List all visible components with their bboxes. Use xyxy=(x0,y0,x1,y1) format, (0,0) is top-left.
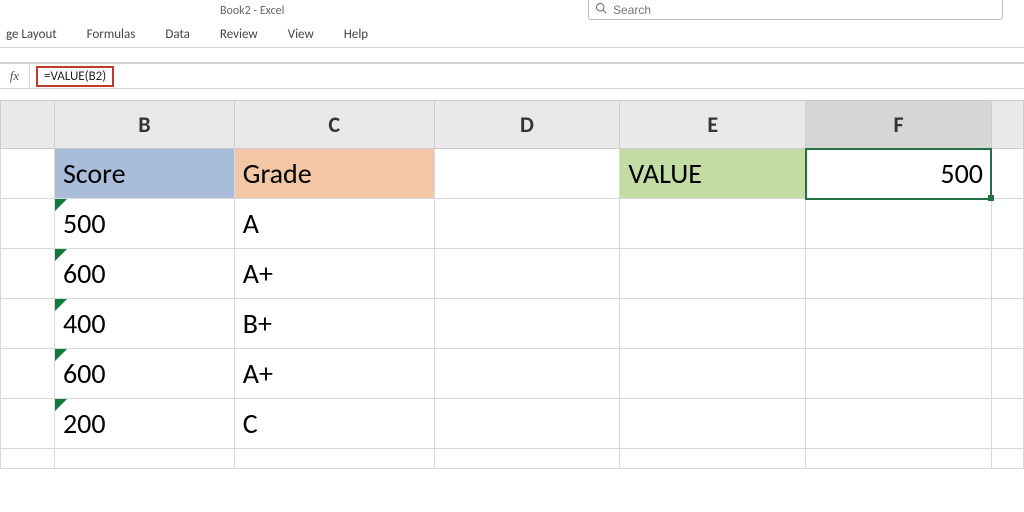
cell-D1[interactable] xyxy=(434,149,620,199)
tab-data[interactable]: Data xyxy=(165,27,190,42)
row-head-6[interactable] xyxy=(1,399,55,449)
cell-F7[interactable] xyxy=(806,449,992,469)
col-head-stub[interactable] xyxy=(1,101,55,149)
cell-C6[interactable]: C xyxy=(234,399,434,449)
cell-G5[interactable] xyxy=(991,349,1023,399)
cell-C1[interactable]: Grade xyxy=(234,149,434,199)
col-head-E[interactable]: E xyxy=(620,101,806,149)
cell-D7[interactable] xyxy=(434,449,620,469)
cell-G7[interactable] xyxy=(991,449,1023,469)
cell-F1[interactable]: 500 xyxy=(806,149,992,199)
row-head-5[interactable] xyxy=(1,349,55,399)
fx-label: fx xyxy=(10,68,19,84)
row-head-1[interactable] xyxy=(1,149,55,199)
cell-E1[interactable]: VALUE xyxy=(620,149,806,199)
cell-F5[interactable] xyxy=(806,349,992,399)
cell-C7[interactable] xyxy=(234,449,434,469)
cell-B3[interactable]: 600 xyxy=(54,249,234,299)
cell-C5[interactable]: A+ xyxy=(234,349,434,399)
cell-D5[interactable] xyxy=(434,349,620,399)
row-head-2[interactable] xyxy=(1,199,55,249)
cell-B7[interactable] xyxy=(54,449,234,469)
col-head-D[interactable]: D xyxy=(434,101,620,149)
search-icon xyxy=(595,2,607,18)
tab-review[interactable]: Review xyxy=(220,27,258,42)
row-5: 600 A+ xyxy=(1,349,1024,399)
cell-G3[interactable] xyxy=(991,249,1023,299)
row-2: 500 A xyxy=(1,199,1024,249)
col-head-right xyxy=(991,101,1023,149)
formula-value: =VALUE(B2) xyxy=(36,66,114,87)
cell-E5[interactable] xyxy=(620,349,806,399)
ribbon-tabs: ge Layout Formulas Data Review View Help xyxy=(0,22,1024,48)
col-head-B[interactable]: B xyxy=(54,101,234,149)
search-box[interactable] xyxy=(588,0,1003,20)
cell-B4[interactable]: 400 xyxy=(54,299,234,349)
cell-E7[interactable] xyxy=(620,449,806,469)
cell-F4[interactable] xyxy=(806,299,992,349)
row-6: 200 C xyxy=(1,399,1024,449)
cell-D2[interactable] xyxy=(434,199,620,249)
cell-B6[interactable]: 200 xyxy=(54,399,234,449)
cell-G1[interactable] xyxy=(991,149,1023,199)
tab-help[interactable]: Help xyxy=(344,27,368,42)
formula-input-area[interactable]: =VALUE(B2) xyxy=(30,64,1024,88)
column-headers-row: B C D E F xyxy=(1,101,1024,149)
row-head-7[interactable] xyxy=(1,449,55,469)
cell-B1[interactable]: Score xyxy=(54,149,234,199)
tab-page-layout[interactable]: ge Layout xyxy=(6,27,57,42)
row-head-4[interactable] xyxy=(1,299,55,349)
cell-E4[interactable] xyxy=(620,299,806,349)
fx-button[interactable]: fx xyxy=(0,64,30,88)
cell-B5[interactable]: 600 xyxy=(54,349,234,399)
cell-C2[interactable]: A xyxy=(234,199,434,249)
row-7 xyxy=(1,449,1024,469)
workbook-title: Book2 - Excel xyxy=(220,4,284,18)
cell-F6[interactable] xyxy=(806,399,992,449)
cell-G4[interactable] xyxy=(991,299,1023,349)
cell-G2[interactable] xyxy=(991,199,1023,249)
formula-bar: fx =VALUE(B2) xyxy=(0,63,1024,89)
cell-B2[interactable]: 500 xyxy=(54,199,234,249)
row-1: Score Grade VALUE 500 xyxy=(1,149,1024,199)
tab-view[interactable]: View xyxy=(288,27,314,42)
col-head-C[interactable]: C xyxy=(234,101,434,149)
cell-D3[interactable] xyxy=(434,249,620,299)
cell-F2[interactable] xyxy=(806,199,992,249)
cell-E3[interactable] xyxy=(620,249,806,299)
cell-C3[interactable]: A+ xyxy=(234,249,434,299)
worksheet-grid[interactable]: B C D E F Score Grade VALUE 500 500 A xyxy=(0,100,1024,469)
cell-E2[interactable] xyxy=(620,199,806,249)
cell-F3[interactable] xyxy=(806,249,992,299)
row-4: 400 B+ xyxy=(1,299,1024,349)
tab-formulas[interactable]: Formulas xyxy=(87,27,136,42)
cell-E6[interactable] xyxy=(620,399,806,449)
row-3: 600 A+ xyxy=(1,249,1024,299)
title-bar: Book2 - Excel xyxy=(0,0,1024,22)
cell-D4[interactable] xyxy=(434,299,620,349)
row-head-3[interactable] xyxy=(1,249,55,299)
col-head-F[interactable]: F xyxy=(806,101,992,149)
cell-C4[interactable]: B+ xyxy=(234,299,434,349)
cell-D6[interactable] xyxy=(434,399,620,449)
cell-G6[interactable] xyxy=(991,399,1023,449)
search-input[interactable] xyxy=(613,3,996,17)
